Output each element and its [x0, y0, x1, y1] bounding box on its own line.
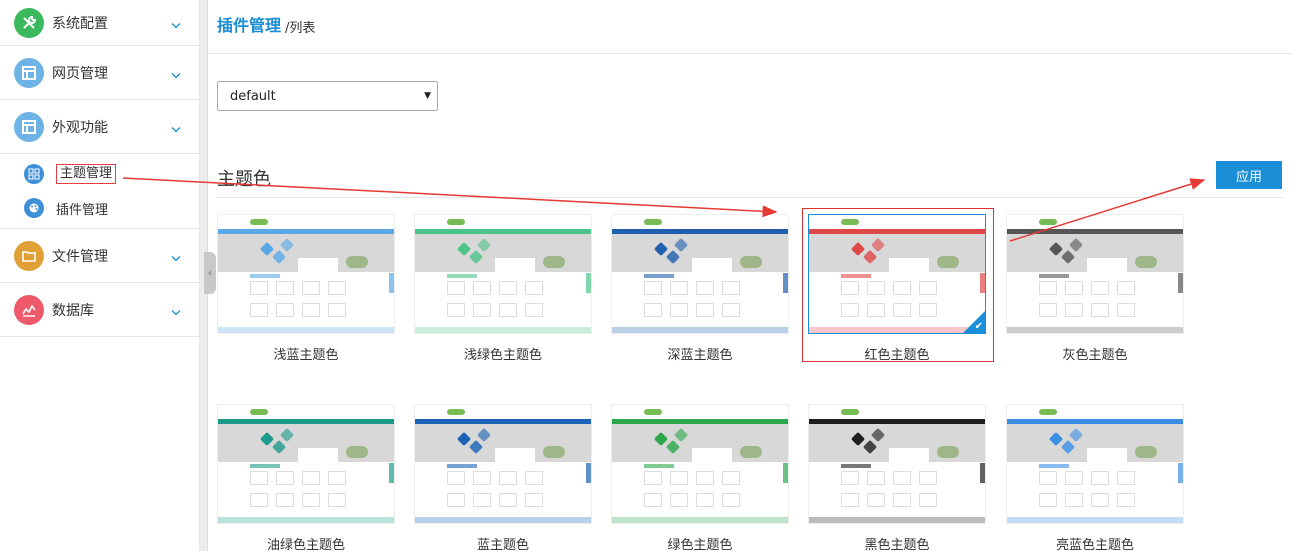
theme-card[interactable]: 深蓝主题色: [611, 214, 789, 363]
chevron-down-icon: [171, 117, 181, 136]
theme-preview-thumbnail: [217, 214, 395, 334]
theme-card-label: 黑色主题色: [864, 538, 930, 551]
section-title: 主题色: [217, 169, 271, 190]
sidebar-subitem-label: 插件管理: [56, 202, 109, 218]
chevron-down-icon: [171, 246, 181, 265]
theme-preview-thumbnail: [414, 404, 592, 524]
chevron-down-icon: [171, 300, 181, 319]
theme-card-label: 浅绿色主题色: [463, 348, 542, 363]
sidebar-item-database[interactable]: 数据库: [0, 283, 199, 337]
chart-icon: [14, 294, 44, 325]
theme-card-label: 蓝主题色: [476, 538, 529, 551]
theme-preview-thumbnail: [611, 214, 789, 334]
theme-preview-thumbnail: [808, 404, 986, 524]
chevron-down-icon: [171, 13, 181, 32]
sidebar-subgroup: 主题管理 插件管理: [0, 154, 199, 229]
sidebar-item-label: 数据库: [52, 302, 94, 319]
theme-card-label: 绿色主题色: [667, 538, 733, 551]
theme-card-label: 浅蓝主题色: [273, 348, 339, 363]
theme-select-value: default: [230, 88, 276, 104]
sidebar-subitem-label: 主题管理: [56, 164, 117, 184]
theme-card[interactable]: 亮蓝色主题色: [1006, 404, 1184, 551]
theme-select[interactable]: default ▼: [217, 81, 438, 111]
sidebar-item-label: 文件管理: [52, 248, 108, 265]
theme-preview-thumbnail: [1006, 404, 1184, 524]
theme-card[interactable]: 浅绿色主题色: [414, 214, 592, 363]
chevron-down-icon: [171, 63, 181, 82]
theme-preview-thumbnail: [611, 404, 789, 524]
page-title: 插件管理: [217, 16, 282, 35]
page-header: 插件管理 /列表: [209, 0, 1292, 54]
divider: [217, 197, 1283, 198]
theme-preview-thumbnail: [217, 404, 395, 524]
theme-card-label: 深蓝主题色: [667, 348, 733, 363]
layout-icon: [14, 57, 44, 88]
sidebar-item-system-config[interactable]: 系统配置: [0, 0, 199, 46]
theme-card-label: 亮蓝色主题色: [1055, 538, 1134, 551]
theme-card-label: 灰色主题色: [1062, 348, 1128, 363]
sidebar-item-web-manage[interactable]: 网页管理: [0, 46, 199, 100]
sidebar: 系统配置 网页管理 外观功能 主题管理 插件管理 文件管理 数据库: [0, 0, 200, 551]
sidebar-item-label: 网页管理: [52, 65, 108, 82]
grid-icon: [24, 164, 44, 184]
theme-card[interactable]: 灰色主题色: [1006, 214, 1184, 363]
folder-icon: [14, 240, 44, 271]
main-content: 插件管理 /列表 default ▼ 主题色 应用 浅蓝主题色 浅绿色主题色 深蓝主…: [209, 0, 1292, 551]
theme-card[interactable]: 黑色主题色: [808, 404, 986, 551]
palette-icon: [24, 198, 44, 218]
sidebar-item-label: 外观功能: [52, 119, 108, 136]
theme-card[interactable]: 蓝主题色: [414, 404, 592, 551]
theme-card[interactable]: 绿色主题色: [611, 404, 789, 551]
breadcrumb: /列表: [285, 21, 316, 36]
apply-button[interactable]: 应用: [1216, 161, 1282, 189]
sidebar-item-label: 系统配置: [52, 15, 108, 32]
sidebar-subitem-plugin[interactable]: 插件管理: [0, 191, 199, 225]
dropdown-arrow-icon: ▼: [424, 91, 431, 101]
layout-icon: [14, 111, 44, 142]
theme-preview-thumbnail: [414, 214, 592, 334]
sidebar-item-file-manage[interactable]: 文件管理: [0, 229, 199, 283]
selected-highlight-frame: [802, 208, 994, 362]
wrench-icon: [14, 7, 44, 38]
sidebar-item-appearance[interactable]: 外观功能: [0, 100, 199, 154]
theme-card-label: 油绿色主题色: [266, 538, 345, 551]
theme-preview-thumbnail: [1006, 214, 1184, 334]
sidebar-subitem-theme[interactable]: 主题管理: [0, 157, 199, 191]
theme-card[interactable]: 油绿色主题色: [217, 404, 395, 551]
theme-card[interactable]: 浅蓝主题色: [217, 214, 395, 363]
